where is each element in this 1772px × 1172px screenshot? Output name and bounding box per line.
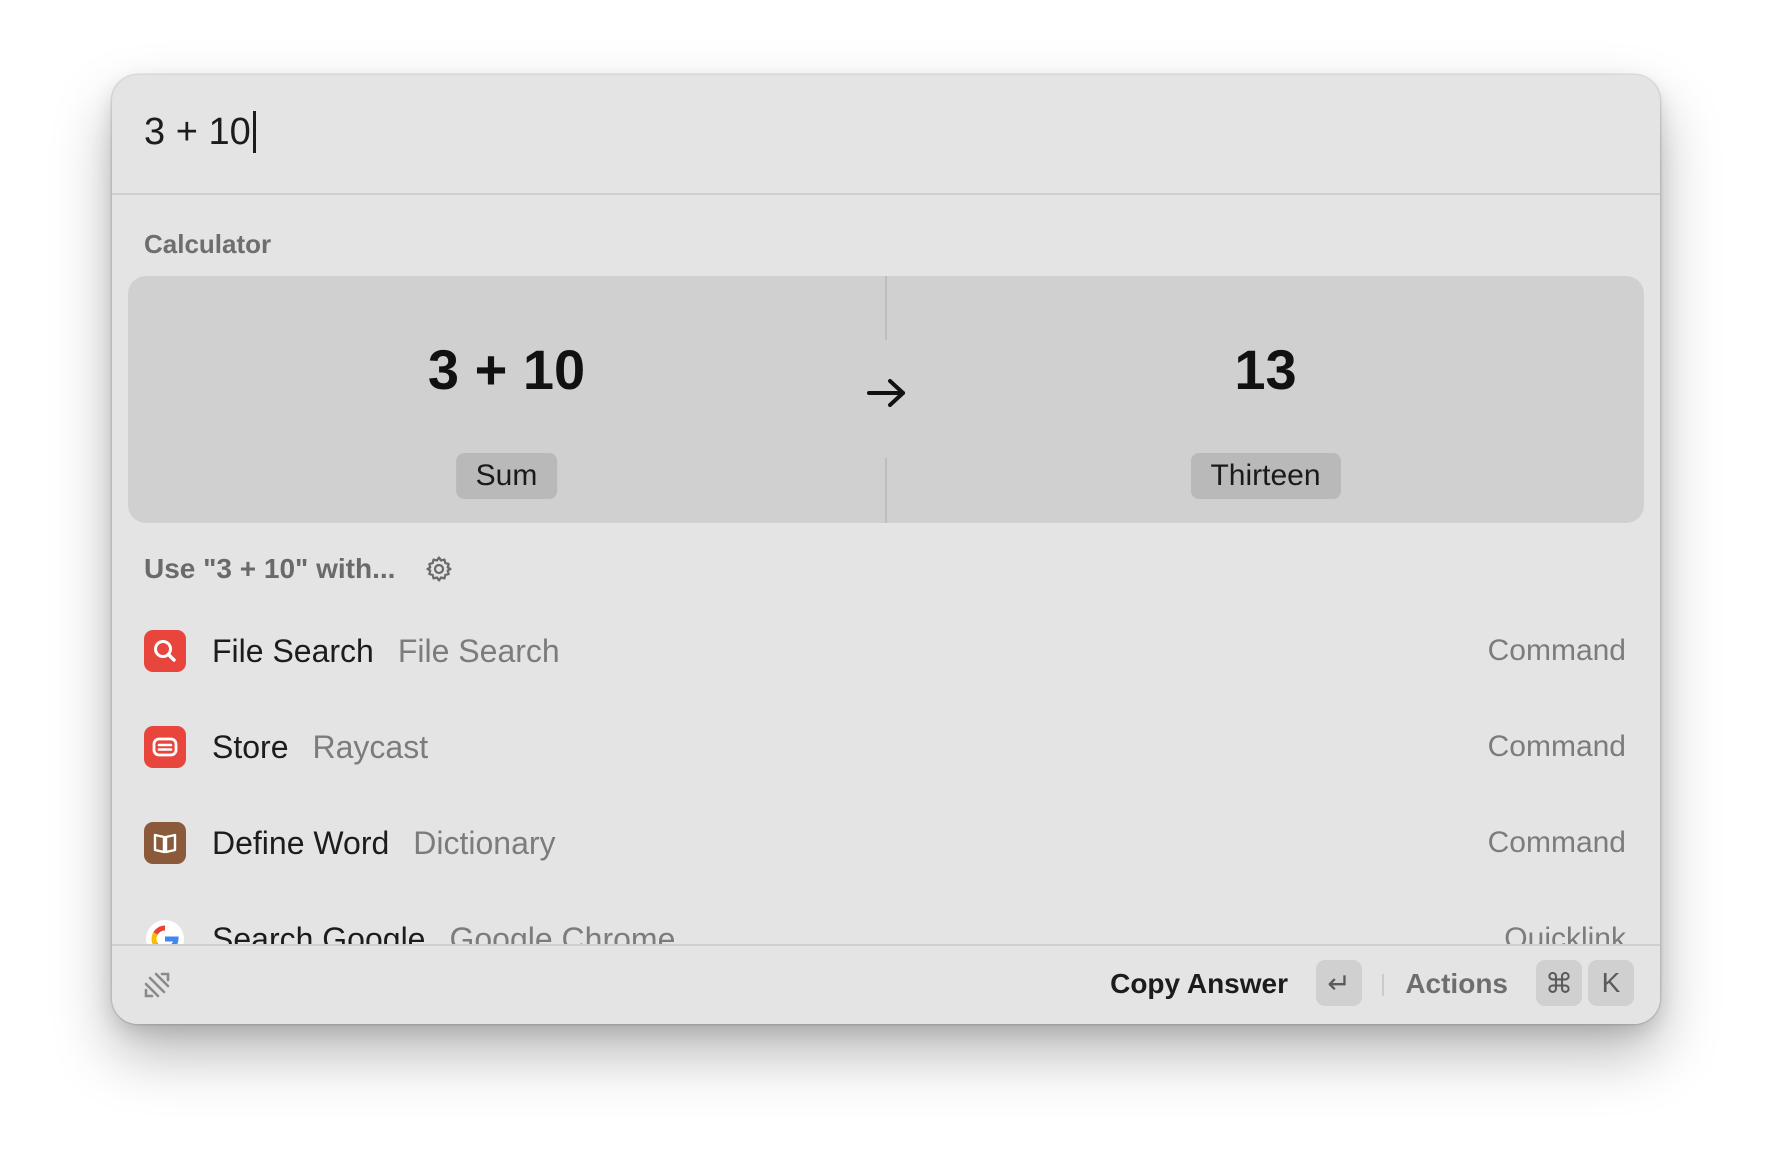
return-key-icon: ↵ (1327, 967, 1351, 999)
calculator-result: 13 (1234, 338, 1297, 401)
list-item-subtitle: Dictionary (413, 824, 556, 861)
command-key-icon: ⌘ (1545, 967, 1573, 999)
search-bar[interactable]: 3 + 10 (112, 75, 1660, 195)
search-input[interactable]: 3 + 10 (144, 111, 256, 153)
section-label-calculator: Calculator (144, 229, 272, 259)
launcher-window: 3 + 10 Calculator 3 + 10 Sum 13 Thirteen… (112, 75, 1660, 1024)
gear-icon[interactable] (425, 555, 453, 583)
return-key-shortcut: ↵ (1316, 960, 1362, 1006)
calculator-operation-badge: Sum (455, 453, 558, 499)
list-item[interactable]: Define Word Dictionary Command (112, 795, 1660, 891)
raycast-logo-icon[interactable] (138, 966, 176, 1004)
list-item-type: Command (1487, 730, 1626, 763)
text-caret (252, 111, 256, 153)
list-item-title: Store (212, 728, 289, 765)
list-item-title: File Search (212, 632, 374, 669)
actions-button[interactable]: Actions (1405, 968, 1508, 1000)
list-item[interactable]: Store Raycast Command (112, 699, 1660, 795)
command-list: File Search File Search Command Store Rayc… (112, 603, 1660, 987)
list-item-subtitle: File Search (397, 632, 560, 669)
calculator-result-panel: 13 Thirteen (887, 276, 1644, 523)
store-icon (144, 726, 186, 768)
action-bar: Copy Answer ↵ Actions ⌘ K (112, 944, 1660, 1024)
copy-answer-button[interactable]: Copy Answer (1110, 968, 1288, 1000)
calculator-result-card[interactable]: 3 + 10 Sum 13 Thirteen (128, 276, 1644, 523)
command-key-shortcut: ⌘ (1536, 960, 1582, 1006)
list-item-type: Command (1487, 634, 1626, 667)
list-item[interactable]: File Search File Search Command (112, 603, 1660, 699)
list-item-type: Command (1487, 826, 1626, 859)
calculator-result-words-badge: Thirteen (1190, 453, 1341, 499)
calculator-expression: 3 + 10 (427, 338, 586, 401)
magnifier-icon (144, 630, 186, 672)
list-item-title: Define Word (212, 824, 390, 861)
search-query: 3 + 10 (144, 111, 251, 153)
k-key-shortcut: K (1588, 960, 1634, 1006)
list-item-subtitle: Raycast (312, 728, 429, 765)
use-with-label: Use "3 + 10" with... (144, 553, 396, 584)
k-key-label: K (1601, 967, 1621, 998)
calculator-expression-panel: 3 + 10 Sum (128, 276, 885, 523)
book-icon (144, 822, 186, 864)
use-with-header: Use "3 + 10" with... (144, 553, 453, 585)
divider (1382, 974, 1384, 996)
